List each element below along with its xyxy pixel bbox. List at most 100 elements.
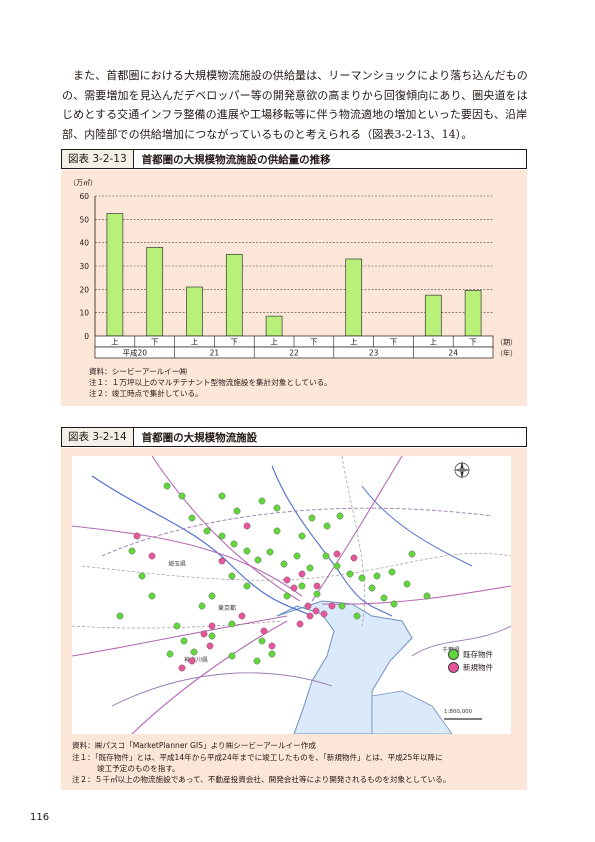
existing-facility-marker — [388, 568, 396, 576]
existing-facility-marker — [313, 590, 321, 598]
new-facility-marker — [328, 602, 336, 610]
existing-facility-marker — [243, 547, 251, 555]
existing-facility-marker — [308, 514, 316, 522]
existing-facility-marker — [266, 548, 274, 556]
map-graphic: 埼玉県 東京都 千葉県 神奈川県 1:800,000 — [71, 455, 512, 735]
existing-facility-marker — [338, 602, 346, 610]
bar — [186, 286, 203, 337]
new-facility-marker — [148, 552, 156, 560]
chart-note-2: 注２：竣工時点で集計している。 — [89, 389, 203, 398]
existing-facility-marker — [346, 570, 354, 578]
existing-facility-marker — [166, 650, 174, 658]
figure-number: 図表 3-2-13 — [62, 150, 134, 168]
figure-title: 首都圏の大規模物流施設 — [141, 431, 258, 444]
x-tick-label: 上 — [111, 338, 119, 347]
map-scale: 1:800,000 — [444, 709, 473, 715]
existing-facility-marker — [333, 562, 341, 570]
bar — [265, 315, 283, 337]
period-axis-label: （期） — [496, 339, 517, 347]
figure-header-13: 図表 3-2-13 首都圏の大規模物流施設の供給量の推移 — [61, 149, 527, 169]
existing-facility-marker — [128, 547, 136, 555]
new-marker-icon — [448, 662, 459, 673]
existing-facility-marker — [258, 497, 266, 505]
x-tick-label: 下 — [469, 338, 477, 347]
existing-facility-marker — [198, 602, 206, 610]
existing-facility-marker — [368, 584, 376, 592]
y-tick-label: 60 — [79, 192, 89, 201]
new-facility-marker — [208, 622, 216, 630]
new-facility-marker — [333, 550, 341, 558]
existing-facility-marker — [228, 572, 236, 580]
existing-facility-marker — [230, 540, 238, 548]
new-facility-marker — [290, 584, 298, 592]
existing-facility-marker — [178, 492, 186, 500]
new-facility-marker — [283, 576, 291, 584]
y-tick-label: 50 — [79, 215, 89, 224]
bar — [106, 213, 124, 337]
year-label: 23 — [369, 349, 379, 358]
existing-facility-marker — [218, 532, 226, 540]
year-label: 平成20 — [123, 348, 148, 358]
bar — [464, 290, 482, 337]
existing-facility-marker — [203, 527, 211, 535]
existing-facility-marker — [254, 556, 262, 564]
page-number: 116 — [30, 812, 50, 823]
figure-title: 首都圏の大規模物流施設の供給量の推移 — [141, 153, 331, 166]
y-tick-label: 0 — [84, 332, 89, 341]
existing-facility-marker — [322, 552, 330, 560]
new-facility-marker — [178, 664, 186, 672]
existing-facility-marker — [280, 560, 288, 568]
existing-facility-marker — [423, 592, 431, 600]
existing-facility-marker — [293, 552, 301, 560]
existing-facility-marker — [380, 594, 388, 602]
year-label: 24 — [448, 349, 458, 358]
new-facility-marker — [206, 642, 214, 650]
existing-facility-marker — [390, 600, 398, 608]
new-facility-marker — [350, 554, 358, 562]
bar — [146, 246, 164, 337]
existing-facility-marker — [253, 657, 261, 665]
existing-facility-marker — [273, 504, 281, 512]
map-note-2: 注２：５千㎡以上の物流施設であって、不動産投資会社、開発会社等により開発されるも… — [72, 775, 451, 784]
new-facility-marker — [312, 607, 320, 615]
year-label: 22 — [289, 349, 299, 358]
x-tick-label: 下 — [390, 338, 398, 347]
existing-facility-marker — [163, 482, 171, 490]
map-note-source: 資料：㈱パスコ「MarketPlanner GIS」より㈱シービーアールイー作成 — [72, 741, 316, 750]
chart-panel: （万㎡） 0 10 20 30 40 50 60 上 下 上 下 上 下 上 下 上 下平成20 21 22 23 24 （… — [61, 170, 527, 406]
y-tick-label: 40 — [79, 239, 89, 248]
bar — [424, 294, 442, 337]
existing-facility-marker — [228, 652, 236, 660]
y-tick-label: 30 — [79, 262, 89, 271]
existing-facility-marker — [298, 532, 306, 540]
x-tick-label: 下 — [231, 338, 239, 347]
existing-facility-marker — [353, 612, 361, 620]
existing-facility-marker — [173, 622, 181, 630]
new-facility-marker — [306, 612, 314, 620]
existing-marker-icon — [448, 649, 459, 660]
existing-facility-marker — [208, 592, 216, 600]
y-tick-label: 20 — [79, 285, 89, 294]
existing-facility-marker — [233, 507, 241, 515]
logistics-map: 埼玉県 東京都 千葉県 神奈川県 1:800,000 — [71, 455, 512, 735]
map-legend: 既存物件 新規物件 — [448, 648, 504, 674]
existing-facility-marker — [358, 574, 366, 582]
existing-facility-marker — [306, 564, 314, 572]
figure-header-14: 図表 3-2-14 首都圏の大規模物流施設 — [61, 427, 527, 447]
existing-facility-marker — [243, 582, 251, 590]
new-facility-marker — [243, 522, 251, 530]
new-facility-marker — [298, 570, 306, 578]
existing-facility-marker — [218, 492, 226, 500]
figure-number: 図表 3-2-14 — [62, 428, 134, 446]
bar — [225, 253, 243, 337]
existing-facility-marker — [190, 648, 198, 656]
new-facility-marker — [296, 620, 304, 628]
existing-facility-marker — [208, 632, 216, 640]
x-tick-label: 下 — [310, 338, 318, 347]
existing-facility-marker — [138, 572, 146, 580]
year-axis-label: （年） — [496, 349, 517, 358]
existing-facility-marker — [298, 582, 306, 590]
new-facility-marker — [133, 532, 141, 540]
existing-facility-marker — [283, 592, 291, 600]
paragraph-text: また、首都圏における大規模物流施設の供給量は、リーマンショックにより落ち込んだも… — [62, 69, 528, 141]
